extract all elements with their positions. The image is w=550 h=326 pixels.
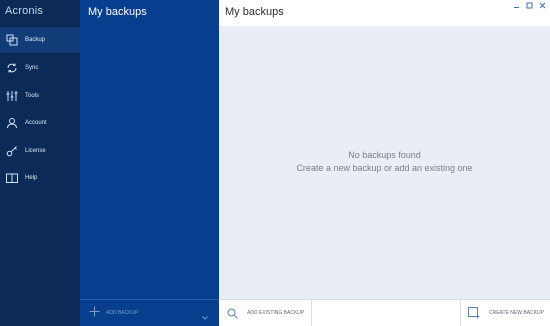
maximize-icon[interactable] — [526, 2, 533, 9]
sidebar-item-account[interactable]: Account — [0, 110, 80, 136]
license-key-icon — [5, 144, 19, 158]
minimize-icon[interactable] — [513, 2, 520, 9]
sidebar-item-label: Backup — [25, 37, 46, 43]
backup-list-title: My backups — [88, 6, 147, 18]
search-icon — [226, 307, 238, 319]
backup-list-panel: My backups ADD BACKUP — [80, 0, 219, 326]
sidebar-item-help[interactable]: Help — [0, 165, 80, 191]
help-book-icon — [5, 171, 19, 185]
plus-icon — [89, 304, 100, 322]
empty-state: No backups found Create a new backup or … — [219, 150, 550, 173]
create-new-backup-button[interactable]: CREATE NEW BACKUP — [460, 300, 550, 326]
sidebar-item-label: Sync — [25, 65, 39, 71]
create-new-backup-label: CREATE NEW BACKUP — [489, 310, 544, 316]
main-content: My backups No backups found Create a new… — [219, 0, 550, 326]
add-existing-backup-button[interactable]: ADD EXISTING BACKUP — [219, 300, 312, 326]
app-logo: Acronis — [5, 5, 44, 17]
sidebar-item-label: Account — [25, 120, 47, 126]
backup-icon — [5, 33, 19, 47]
sidebar-item-label: Help — [25, 175, 38, 181]
sidebar-item-label: License — [25, 148, 46, 154]
sidebar-item-tools[interactable]: Tools — [0, 83, 80, 109]
page-title: My backups — [225, 6, 284, 18]
backup-list-footer: ADD BACKUP — [80, 299, 219, 326]
empty-state-subtitle: Create a new backup or add an existing o… — [296, 163, 473, 173]
chevron-down-icon[interactable] — [201, 309, 209, 320]
window-controls — [513, 2, 546, 9]
close-icon[interactable] — [539, 2, 546, 9]
add-backup-label: ADD BACKUP — [106, 310, 139, 316]
sidebar-item-license[interactable]: License — [0, 138, 80, 164]
main-footer: ADD EXISTING BACKUP CREATE NEW BACKUP — [219, 299, 550, 326]
empty-state-title: No backups found — [348, 150, 421, 160]
sync-icon — [5, 61, 19, 75]
add-backup-button[interactable]: ADD BACKUP — [89, 304, 139, 322]
sidebar-item-label: Tools — [25, 93, 40, 99]
sidebar-item-sync[interactable]: Sync — [0, 55, 80, 81]
navigation-sidebar: Acronis Backup Sync Tools Account Licens… — [0, 0, 80, 326]
add-existing-backup-label: ADD EXISTING BACKUP — [247, 310, 305, 316]
main-header: My backups — [219, 0, 550, 26]
account-icon — [5, 116, 19, 130]
tools-icon — [5, 89, 19, 103]
new-backup-icon — [468, 307, 480, 319]
sidebar-item-backup[interactable]: Backup — [0, 27, 80, 53]
